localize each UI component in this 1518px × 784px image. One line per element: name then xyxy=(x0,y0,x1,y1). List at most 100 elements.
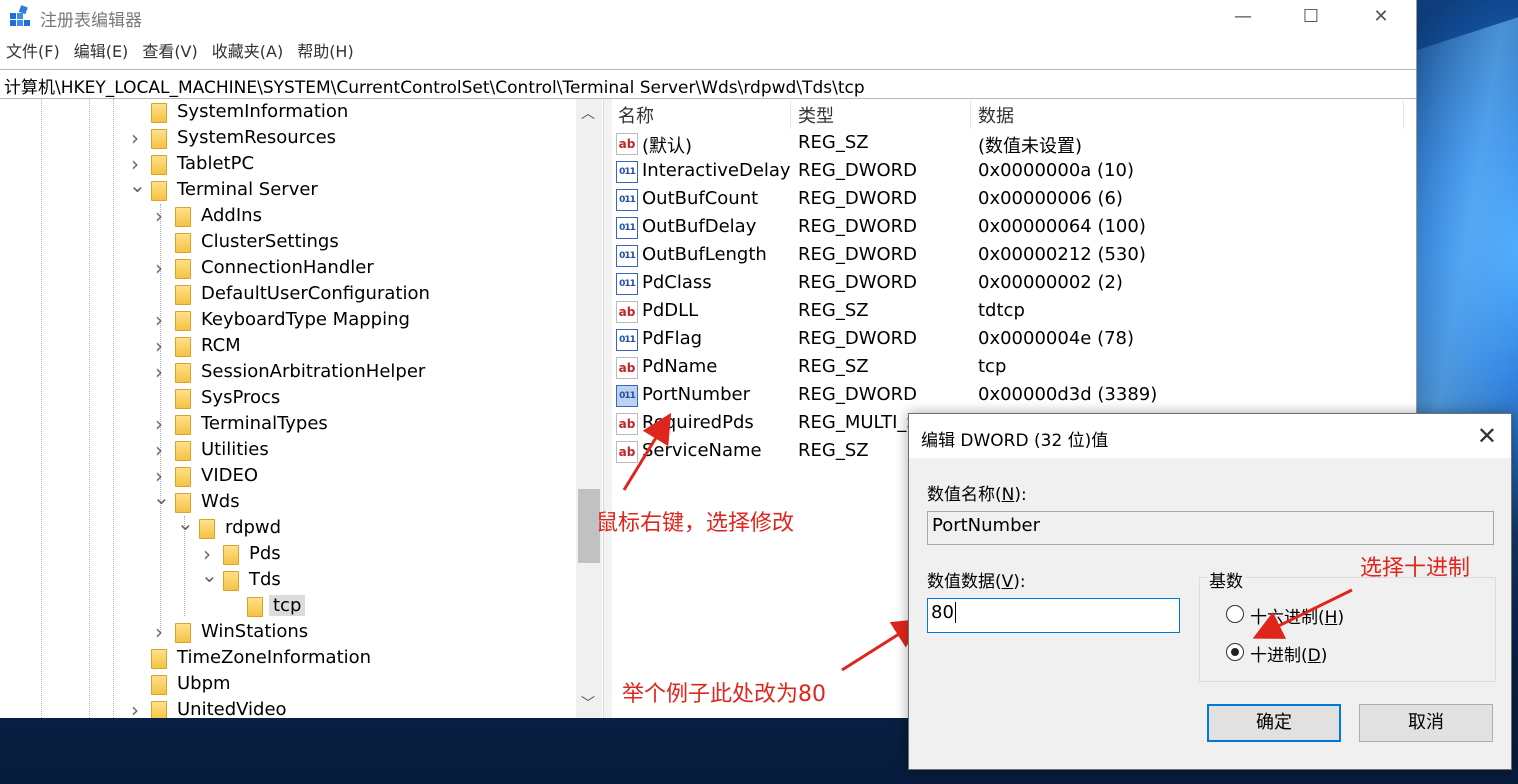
column-header-name[interactable]: 名称 xyxy=(618,102,654,130)
value-type: REG_DWORD xyxy=(798,328,918,349)
tree-node-label: ConnectionHandler xyxy=(201,257,374,278)
collapse-chevron-icon[interactable]: ⌄ xyxy=(129,175,146,195)
tree-node[interactable]: › Utilities xyxy=(0,438,575,464)
tree-node[interactable]: › VIDEO xyxy=(0,464,575,490)
collapse-chevron-icon[interactable]: ⌄ xyxy=(153,487,170,507)
tree-node[interactable]: tcp xyxy=(0,594,575,620)
column-header-data[interactable]: 数据 xyxy=(978,102,1014,130)
close-button[interactable]: ✕ xyxy=(1358,2,1404,32)
value-data: (数值未设置) xyxy=(978,136,1083,157)
tree-node-label: Tds xyxy=(249,569,281,590)
value-row[interactable]: 011 OutBufDelay REG_DWORD 0x00000064 (100) xyxy=(612,214,1412,242)
expand-chevron-icon[interactable]: › xyxy=(153,622,165,642)
edit-dword-dialog: 编辑 DWORD (32 位)值 ✕ 数值名称(N): PortNumber 数… xyxy=(908,413,1512,770)
value-row[interactable]: 011 PdFlag REG_DWORD 0x0000004e (78) xyxy=(612,326,1412,354)
tree-node[interactable]: › AddIns xyxy=(0,204,575,230)
ok-button[interactable]: 确定 xyxy=(1207,704,1341,742)
tree-node[interactable]: › TerminalTypes xyxy=(0,412,575,438)
maximize-button[interactable]: ☐ xyxy=(1288,2,1334,32)
menu-view[interactable]: 查看(V) xyxy=(142,38,197,66)
collapse-chevron-icon[interactable]: ⌄ xyxy=(177,513,194,533)
tree-node[interactable]: SystemInformation xyxy=(0,100,575,126)
folder-icon xyxy=(151,675,167,695)
tree-node[interactable]: TimeZoneInformation xyxy=(0,646,575,672)
tree-node-label: TerminalTypes xyxy=(201,413,328,434)
hex-radio-label[interactable]: 十六进制(H) xyxy=(1250,603,1344,628)
menu-favorites[interactable]: 收藏夹(A) xyxy=(212,38,283,66)
decimal-radio-label[interactable]: 十进制(D) xyxy=(1250,641,1327,666)
tree-node-label: UnitedVideo xyxy=(177,699,287,718)
tree-node[interactable]: › RCM xyxy=(0,334,575,360)
folder-icon xyxy=(175,233,191,253)
tree-node[interactable]: ⌄ Tds xyxy=(0,565,575,594)
hex-radio[interactable] xyxy=(1226,605,1244,623)
folder-icon xyxy=(199,519,215,539)
expand-chevron-icon[interactable]: › xyxy=(153,310,165,330)
value-data-input[interactable]: 80 xyxy=(927,598,1180,633)
tree-node[interactable]: DefaultUserConfiguration xyxy=(0,282,575,308)
value-name: PdClass xyxy=(642,272,712,293)
tree-scrollbar[interactable]: ︿ ﹀ xyxy=(576,99,602,718)
expand-chevron-icon[interactable]: › xyxy=(129,700,141,718)
address-bar[interactable]: 计算机\HKEY_LOCAL_MACHINE\SYSTEM\CurrentCon… xyxy=(0,69,1416,99)
value-data-label: 数值数据(V): xyxy=(927,572,1026,592)
value-row[interactable]: ab PdDLL REG_SZ tdtcp xyxy=(612,298,1412,326)
value-row[interactable]: 011 PdClass REG_DWORD 0x00000002 (2) xyxy=(612,270,1412,298)
expand-chevron-icon[interactable]: › xyxy=(153,466,165,486)
value-row[interactable]: 011 OutBufCount REG_DWORD 0x00000006 (6) xyxy=(612,186,1412,214)
expand-chevron-icon[interactable]: › xyxy=(153,414,165,434)
menu-edit[interactable]: 编辑(E) xyxy=(74,38,129,66)
expand-chevron-icon[interactable]: › xyxy=(153,440,165,460)
folder-icon xyxy=(151,649,167,669)
tree-node[interactable]: ⌄ Wds xyxy=(0,487,575,516)
tree-node[interactable]: › ConnectionHandler xyxy=(0,256,575,282)
key-tree-pane[interactable]: ︿ ﹀ SystemInformation › SystemResources › Ta… xyxy=(0,99,603,718)
column-separator[interactable] xyxy=(970,101,971,129)
expand-chevron-icon[interactable]: › xyxy=(201,544,213,564)
tree-node[interactable]: › TabletPC xyxy=(0,152,575,178)
value-row[interactable]: 011 OutBufLength REG_DWORD 0x00000212 (530) xyxy=(612,242,1412,270)
tree-node[interactable]: ⌄ rdpwd xyxy=(0,513,575,542)
value-type: REG_SZ xyxy=(798,440,869,461)
tree-node[interactable]: Ubpm xyxy=(0,672,575,698)
expand-chevron-icon[interactable]: › xyxy=(129,154,141,174)
tree-node[interactable]: SysProcs xyxy=(0,386,575,412)
binary-value-icon: 011 xyxy=(616,217,638,239)
value-row[interactable]: 011 InteractiveDelay REG_DWORD 0x0000000a (… xyxy=(612,158,1412,186)
decimal-radio[interactable] xyxy=(1226,643,1244,661)
menu-help[interactable]: 帮助(H) xyxy=(297,38,354,66)
value-row[interactable]: ab (默认) REG_SZ (数值未设置) xyxy=(612,130,1412,158)
value-type: REG_DWORD xyxy=(798,384,918,405)
value-row[interactable]: ab PdName REG_SZ tcp xyxy=(612,354,1412,382)
menu-file[interactable]: 文件(F) xyxy=(6,38,60,66)
tree-node[interactable]: › KeyboardType Mapping xyxy=(0,308,575,334)
dialog-close-icon[interactable]: ✕ xyxy=(1477,422,1497,450)
tree-node[interactable]: › SessionArbitrationHelper xyxy=(0,360,575,386)
expand-chevron-icon[interactable]: › xyxy=(129,128,141,148)
value-data: 0x00000d3d (3389) xyxy=(978,384,1158,405)
collapse-chevron-icon[interactable]: ⌄ xyxy=(201,565,218,585)
tree-node[interactable]: › UnitedVideo xyxy=(0,698,575,718)
column-header-type[interactable]: 类型 xyxy=(798,102,834,130)
tree-node-label: tcp xyxy=(269,595,306,616)
column-separator[interactable] xyxy=(790,101,791,129)
expand-chevron-icon[interactable]: › xyxy=(153,336,165,356)
cancel-button[interactable]: 取消 xyxy=(1359,704,1493,742)
value-type: REG_SZ xyxy=(798,356,869,377)
tree-node-label: SystemInformation xyxy=(177,101,349,122)
minimize-button[interactable]: — xyxy=(1220,2,1266,32)
scroll-up-icon[interactable]: ︿ xyxy=(581,103,595,123)
tree-node[interactable]: ClusterSettings xyxy=(0,230,575,256)
tree-node[interactable]: ⌄ Terminal Server xyxy=(0,175,575,204)
string-value-icon: ab xyxy=(616,441,638,463)
expand-chevron-icon[interactable]: › xyxy=(153,362,165,382)
scroll-down-icon[interactable]: ﹀ xyxy=(581,693,595,713)
column-separator[interactable] xyxy=(1403,101,1404,129)
expand-chevron-icon[interactable]: › xyxy=(153,206,165,226)
value-row[interactable]: 011 PortNumber REG_DWORD 0x00000d3d (3389) xyxy=(612,382,1412,410)
expand-chevron-icon[interactable]: › xyxy=(153,258,165,278)
folder-icon xyxy=(175,441,191,461)
tree-node[interactable]: › WinStations xyxy=(0,620,575,646)
tree-node[interactable]: › SystemResources xyxy=(0,126,575,152)
tree-node[interactable]: › Pds xyxy=(0,542,575,568)
